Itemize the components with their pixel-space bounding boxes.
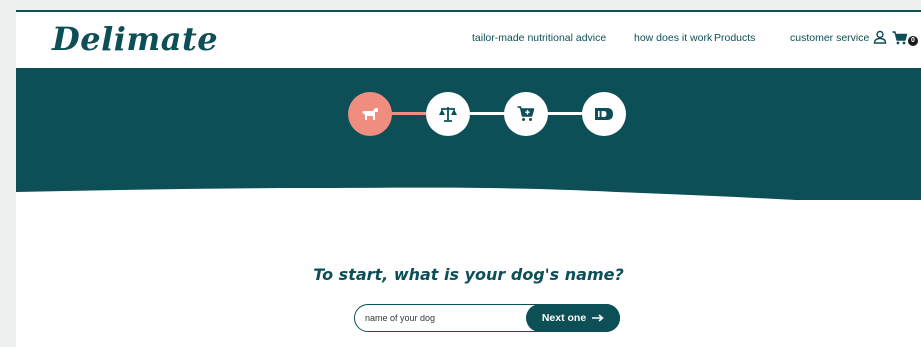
- site-header: Delimate tailor-made nutritional advice …: [16, 10, 921, 68]
- next-button-label: Next one: [541, 312, 587, 324]
- step-cart[interactable]: [504, 92, 548, 136]
- cart-plus-icon: [517, 106, 535, 121]
- cart-icon[interactable]: [892, 31, 908, 45]
- step-dog[interactable]: [348, 92, 392, 136]
- dog-name-form: Next one: [354, 304, 620, 332]
- scale-icon: [439, 107, 457, 122]
- arrow-right-icon: [592, 314, 604, 322]
- nav-item-products[interactable]: Products: [714, 32, 755, 44]
- nav-item-nutritional-advice[interactable]: tailor-made nutritional advice: [472, 32, 606, 44]
- logo[interactable]: Delimate: [52, 20, 218, 58]
- top-border: [16, 10, 921, 12]
- cart-count-badge: 0: [908, 36, 918, 46]
- hero-banner: [16, 68, 921, 200]
- step-scale[interactable]: [426, 92, 470, 136]
- nav-item-customer-service[interactable]: customer service: [790, 32, 869, 44]
- page-frame: Delimate tailor-made nutritional advice …: [16, 10, 921, 347]
- dog-name-question: To start, what is your dog's name?: [313, 265, 624, 284]
- next-button[interactable]: Next one: [526, 304, 620, 332]
- user-icon[interactable]: [873, 30, 887, 44]
- nav-item-how-it-works[interactable]: how does it work: [634, 32, 712, 44]
- step-id-tag[interactable]: [582, 92, 626, 136]
- tag-id-icon: [595, 108, 613, 120]
- dog-icon: [362, 108, 378, 120]
